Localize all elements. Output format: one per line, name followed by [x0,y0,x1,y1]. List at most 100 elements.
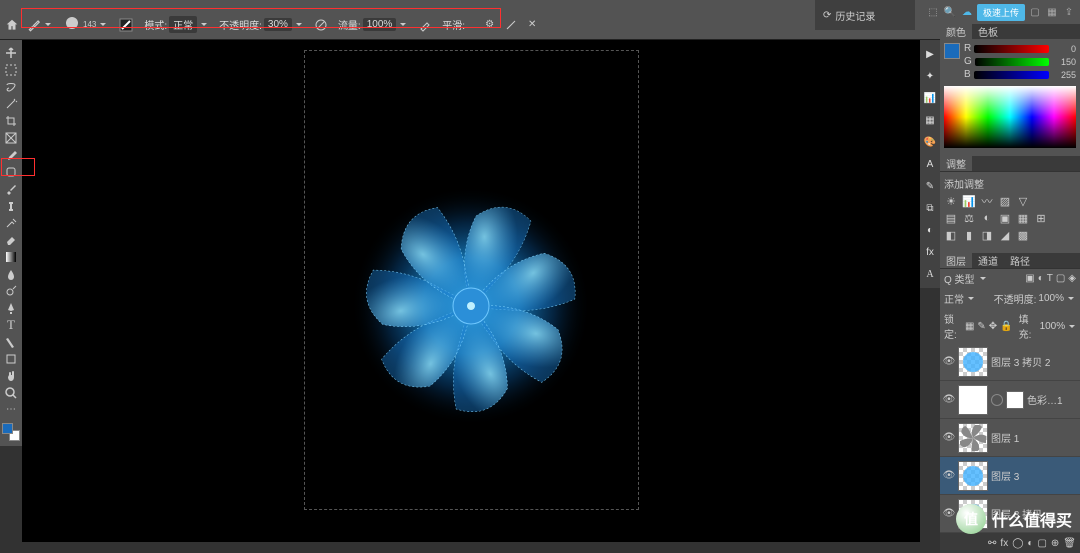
flow-input[interactable]: 100% [363,18,397,31]
filter-adjust-icon[interactable]: ◐ [1038,273,1044,284]
play-icon[interactable]: ▶ [922,46,938,62]
gear-icon[interactable]: ⚙ [482,19,497,30]
hand-tool[interactable] [1,367,21,384]
eye-icon[interactable]: 👁 [943,470,955,482]
layer-row[interactable]: 👁图层 3 拷贝 2 [940,343,1080,381]
share-icon[interactable]: ⬚ [926,5,940,19]
dodge-tool[interactable] [1,282,21,299]
r-value[interactable]: 0 [1052,44,1076,54]
b-value[interactable]: 255 [1052,70,1076,80]
more-tools[interactable]: ⋯ [1,401,21,418]
adjust-icon[interactable]: ◐ [922,222,938,238]
curves-icon[interactable]: 〰 [980,194,994,208]
style-icon[interactable]: fx [922,244,938,260]
clone-icon[interactable]: ⧉ [922,200,938,216]
g-slider[interactable] [975,58,1049,66]
chevron-down-icon[interactable] [43,20,53,30]
filter-shape-icon[interactable]: ▢ [1056,273,1065,284]
lock-all-icon[interactable]: 🔒 [1000,321,1012,332]
crop-tool[interactable] [1,112,21,129]
box-icon[interactable]: ▢ [1028,5,1042,19]
swatch-icon[interactable]: 🎨 [922,134,938,150]
trash-icon[interactable]: 🗑 [1063,538,1076,549]
blur-tool[interactable] [1,265,21,282]
share2-icon[interactable]: ⇪ [1062,5,1076,19]
eye-icon[interactable]: 👁 [943,432,955,444]
filter-smart-icon[interactable]: ◈ [1068,273,1076,284]
type-tool[interactable]: T [1,316,21,333]
r-slider[interactable] [974,45,1049,53]
layer-opacity[interactable]: 100% [1038,293,1064,304]
exposure-icon[interactable]: ▨ [998,194,1012,208]
levels-icon[interactable]: 📊 [962,194,976,208]
new-layer-icon[interactable]: ⊕ [1051,538,1059,549]
mixer-icon[interactable]: ▦ [1016,211,1030,225]
eraser-tool[interactable] [1,231,21,248]
layer-row[interactable]: 👁色彩…1 [940,381,1080,419]
char-icon[interactable]: A [922,266,938,282]
vibrance-icon[interactable]: ▽ [1016,194,1030,208]
frame-tool[interactable] [1,129,21,146]
lock-paint-icon[interactable]: ✎ [977,321,985,332]
tab-layers[interactable]: 图层 [940,253,972,268]
g-value[interactable]: 150 [1052,57,1076,67]
eye-icon[interactable]: 👁 [943,394,955,406]
nav-icon[interactable]: ▦ [922,112,938,128]
home-icon[interactable] [4,17,20,33]
color-spectrum[interactable] [944,86,1076,148]
pressure-opacity-icon[interactable] [311,18,331,32]
brush-preset[interactable]: 143 [60,16,111,34]
eye-icon[interactable]: 👁 [943,356,955,368]
lasso-tool[interactable] [1,78,21,95]
brightness-icon[interactable]: ☀ [944,194,958,208]
gradient-tool[interactable] [1,248,21,265]
airbrush-icon[interactable] [415,18,435,32]
shape-tool[interactable] [1,350,21,367]
color-preview[interactable] [944,43,960,59]
lock-trans-icon[interactable]: ▦ [965,321,974,332]
bw-icon[interactable]: ◐ [980,211,994,225]
invert-icon[interactable]: ◧ [944,228,958,242]
brush-panel-icon[interactable]: ✎ [922,178,938,194]
tab-adjust[interactable]: 调整 [940,156,972,171]
layer-fill[interactable]: 100% [1040,321,1066,332]
cloud-upload-button[interactable]: 极速上传 [977,4,1025,21]
canvas[interactable] [304,50,639,510]
grid-icon[interactable]: ▦ [1045,5,1059,19]
group-icon[interactable]: ▢ [1037,538,1046,549]
filter-type-icon[interactable]: T [1047,273,1053,284]
layer-name[interactable]: 图层 1 [991,430,1077,445]
text-icon[interactable]: A [922,156,938,172]
sparkle-icon[interactable]: ✦ [922,68,938,84]
thresh-icon[interactable]: ◨ [980,228,994,242]
fx-icon[interactable]: fx [1000,538,1008,549]
mask-icon[interactable]: ◯ [1012,538,1023,549]
adjust-layer-icon[interactable]: ◐ [1027,538,1033,549]
poster-icon[interactable]: ▮ [962,228,976,242]
lookup-icon[interactable]: ⊞ [1034,211,1048,225]
path-tool[interactable] [1,333,21,350]
mode-select[interactable]: 正常 [169,16,197,33]
brush-tool[interactable] [1,180,21,197]
move-tool[interactable] [1,44,21,61]
b-slider[interactable] [974,71,1049,79]
tab-color[interactable]: 颜色 [940,24,972,39]
eye-icon[interactable]: 👁 [943,508,955,520]
filter-pixel-icon[interactable]: ▣ [1025,273,1034,284]
fg-swatch[interactable] [2,423,13,434]
heal-tool[interactable] [1,163,21,180]
brush-panel-icon[interactable] [115,17,137,33]
cloud-icon[interactable]: ☁ [960,5,974,19]
blend-mode-select[interactable]: 正常 [944,291,964,306]
tablet-icon[interactable] [501,18,521,32]
histogram-icon[interactable]: 📊 [922,90,938,106]
balance-icon[interactable]: ⚖ [962,211,976,225]
search-icon[interactable]: 🔍 [943,5,957,19]
stamp-tool[interactable] [1,197,21,214]
grad-icon[interactable]: ◢ [998,228,1012,242]
pen-tool[interactable] [1,299,21,316]
select-icon[interactable]: ▩ [1016,228,1030,242]
opacity-input[interactable]: 30% [264,18,292,31]
history-panel[interactable]: ⟳ 历史记录 [815,0,915,30]
zoom-tool[interactable] [1,384,21,401]
